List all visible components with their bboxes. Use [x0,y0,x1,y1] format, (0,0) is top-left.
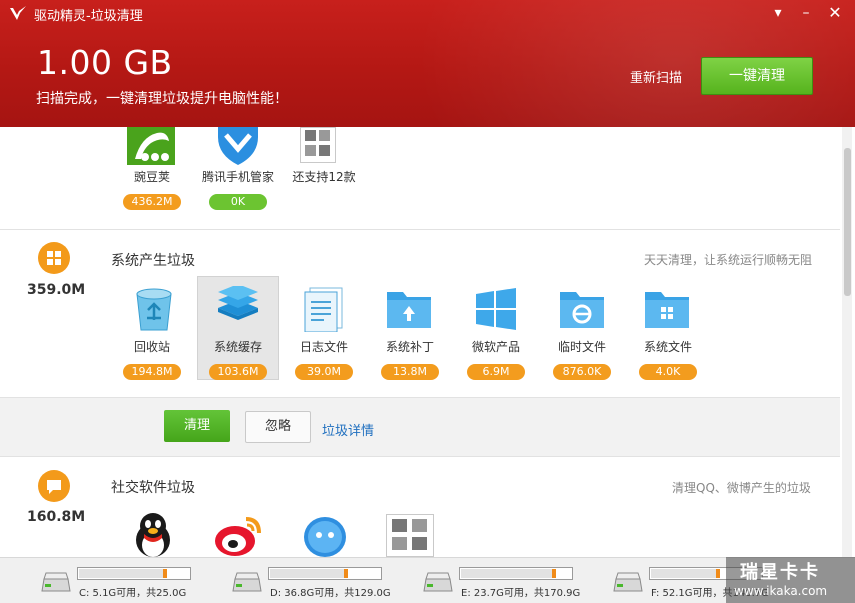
junk-size-badge: 194.8M [123,364,181,380]
watermark: 瑞星卡卡 www.ikaka.com [726,557,855,603]
windows-category-icon [38,242,70,274]
scrollbar-thumb[interactable] [844,148,851,296]
drive-usage-mark [344,569,348,578]
drive-usage-fill [270,569,348,578]
chat-bubble-icon [304,517,346,557]
folder-ie-icon [560,292,604,328]
tencent-shield-icon [218,127,258,165]
more-apps-icon [386,514,434,557]
app-name: 还支持12款 [292,170,356,184]
drive-usage-fill [461,569,556,578]
drive-usage-mark [716,569,720,578]
app-size-badge: 436.2M [123,194,181,210]
layers-icon [218,286,258,320]
junk-item-system-patches[interactable]: 系统补丁 13.8M [370,338,450,380]
hard-drive-icon [613,572,643,592]
clean-button[interactable]: 清理 [164,410,230,442]
junk-size-badge: 876.0K [553,364,611,380]
titlebar: 驱动精灵-垃圾清理 ▾ – ✕ [0,0,855,26]
junk-item-name: 系统文件 [643,340,692,354]
window-title: 驱动精灵-垃圾清理 [34,9,143,24]
junk-detail-link[interactable]: 垃圾详情 [322,420,374,439]
watermark-url: www.ikaka.com [734,584,828,598]
hard-drive-icon [232,572,262,592]
close-icon[interactable]: ✕ [823,2,847,24]
category-total-size: 160.8M [27,509,86,525]
app-logo-icon [10,6,26,20]
junk-size-badge: 39.0M [295,364,353,380]
junk-item-system-files[interactable]: 系统文件 4.0K [628,338,708,380]
junk-size-badge: 6.9M [467,364,525,380]
folder-windows-icon [645,292,689,328]
app-item-tencent[interactable]: 腾讯手机管家 0K [198,168,278,210]
rescan-link[interactable]: 重新扫描 [630,67,682,86]
app-size-badge: 0K [209,194,267,210]
windows-logo-icon [476,288,516,330]
junk-item-log-files[interactable]: 日志文件 39.0M [284,338,364,380]
chat-category-icon [38,470,70,502]
category-title: 社交软件垃圾 [111,480,195,496]
app-item-more[interactable]: 还支持12款 [284,168,364,185]
category-description: 清理QQ、微博产生的垃圾 [672,481,811,495]
folder-upload-icon [387,292,431,328]
drive-usage-bar [77,567,191,580]
app-name: 豌豆荚 [133,170,170,184]
log-file-icon [304,287,343,332]
menu-dropdown-icon[interactable]: ▾ [766,2,790,24]
drive-usage-bar [268,567,382,580]
junk-size-badge: 13.8M [381,364,439,380]
minimize-icon[interactable]: – [794,2,818,24]
drive-usage-fill [79,569,167,578]
junk-item-name: 系统补丁 [385,340,434,354]
junk-item-system-cache[interactable]: 系统缓存 103.6M [198,338,278,380]
category-title: 系统产生垃圾 [111,253,195,269]
hard-drive-icon [423,572,453,592]
drive-label: D: 36.8G可用，共129.0G [270,588,391,599]
junk-size-badge: 103.6M [209,364,267,380]
junk-item-name: 临时文件 [557,340,606,354]
hard-drive-icon [41,572,71,592]
drive-label: C: 5.1G可用，共25.0G [79,588,187,599]
drive-usage-fill [651,569,720,578]
weibo-icon [215,517,261,556]
recycle-bin-icon [136,288,172,331]
scan-status: 扫描完成，一键清理垃圾提升电脑性能！ [36,91,288,107]
wandoujia-icon [127,127,175,165]
clean-all-button[interactable]: 一键清理 [701,57,813,95]
app-item-wandoujia[interactable]: 豌豆荚 436.2M [112,168,192,210]
junk-item-recycle-bin[interactable]: 回收站 194.8M [112,338,192,380]
junk-item-temp-files[interactable]: 临时文件 876.0K [542,338,622,380]
qq-penguin-icon [136,513,170,557]
category-description: 天天清理，让系统运行顺畅无阻 [644,253,813,267]
junk-size-badge: 4.0K [639,364,697,380]
category-total-size: 359.0M [27,282,86,298]
junk-item-name: 微软产品 [471,340,520,354]
more-apps-icon [300,127,336,163]
junk-item-name: 回收站 [133,340,170,354]
junk-item-name: 日志文件 [299,340,348,354]
watermark-title: 瑞星卡卡 [740,562,820,583]
header: 驱动精灵-垃圾清理 ▾ – ✕ 1.00 GB 扫描完成，一键清理垃圾提升电脑性… [0,0,855,127]
total-junk-size: 1.00 GB [37,43,173,82]
drive-usage-mark [552,569,556,578]
junk-item-name: 系统缓存 [213,340,262,354]
junk-item-microsoft-products[interactable]: 微软产品 6.9M [456,338,536,380]
ignore-button[interactable]: 忽略 [245,411,311,443]
drive-usage-mark [163,569,167,578]
item-actions-bar [0,397,840,457]
drive-usage-bar [459,567,573,580]
drive-label: E: 23.7G可用，共170.9G [461,588,581,599]
app-name: 腾讯手机管家 [201,170,274,184]
section-divider [0,229,840,230]
